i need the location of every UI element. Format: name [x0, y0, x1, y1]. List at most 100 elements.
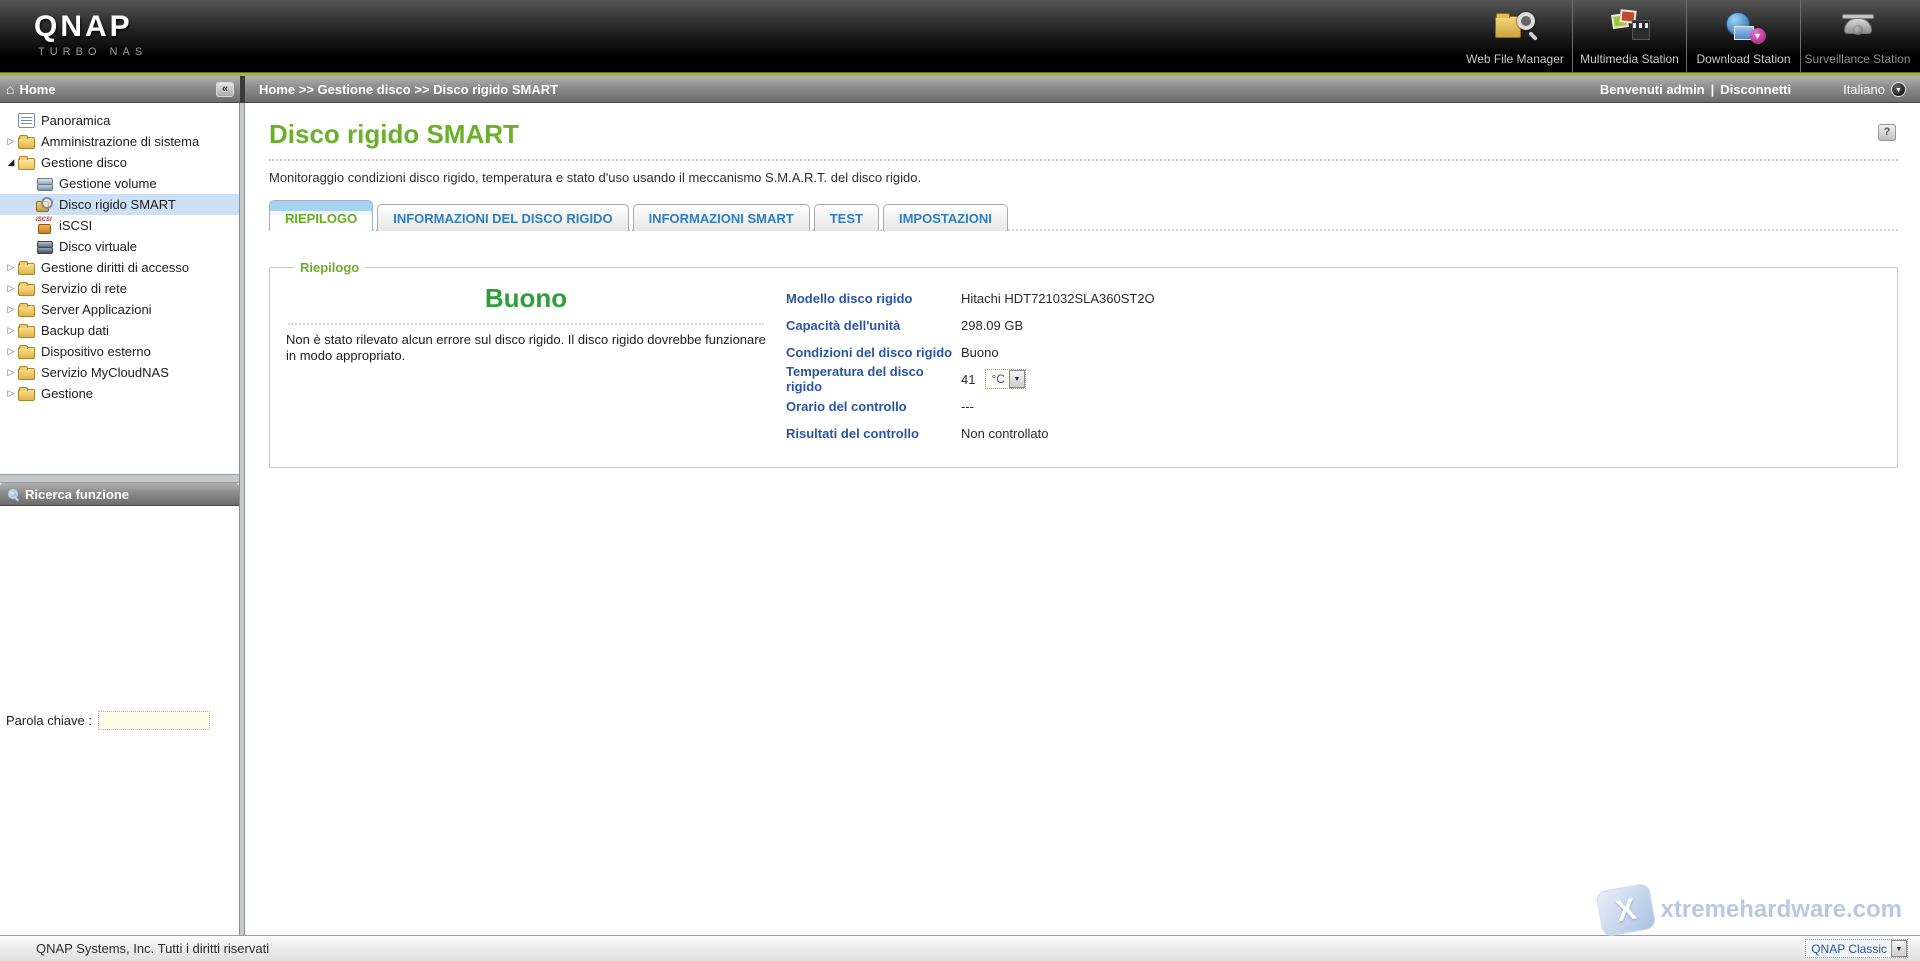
tab-riepilogo[interactable]: RIEPILOGO [269, 200, 373, 231]
sidebar-item-disco-virtuale[interactable]: Disco virtuale [0, 236, 239, 257]
welcome-separator: | [1711, 82, 1715, 97]
navigation-tree: Panoramica▷Amministrazione di sistema◢Ge… [0, 103, 239, 475]
expand-arrow-icon[interactable]: ▷ [4, 388, 18, 399]
sidebar-item-label: Servizio di rete [41, 278, 127, 299]
expand-arrow-icon[interactable]: ▷ [4, 283, 18, 294]
sidebar-item-servizio-di-rete[interactable]: ▷ Servizio di rete [0, 278, 239, 299]
app-shortcut-label: Surveillance Station [1804, 52, 1910, 66]
turbo-nas-text: TURBO NAS [38, 46, 147, 58]
volume-icon [36, 177, 53, 192]
sidebar-item-amministrazione-di-sistema[interactable]: ▷Amministrazione di sistema [0, 131, 239, 152]
sidebar-item-disco-rigido-smart[interactable]: Disco rigido SMART [0, 194, 239, 215]
sidebar-item-label: iSCSI [59, 215, 92, 236]
field-row: Temperatura del disco rigido41°C▼ [786, 370, 1155, 388]
field-row: Orario del controllo--- [786, 397, 1155, 415]
magnifier-shape [1517, 12, 1535, 30]
expand-arrow-icon[interactable]: ▷ [4, 262, 18, 273]
folder-icon [18, 263, 35, 275]
field-value: Buono [961, 345, 999, 360]
field-value: --- [961, 399, 974, 414]
smart-icon [36, 197, 53, 212]
search-icon [8, 489, 18, 499]
main-content: ? Disco rigido SMART Monitoraggio condiz… [244, 103, 1920, 935]
expand-arrow-icon[interactable]: ▷ [4, 325, 18, 336]
sidebar-item-gestione-disco[interactable]: ◢Gestione disco [0, 152, 239, 173]
download-icon: ▼ [1720, 10, 1768, 48]
sidebar-item-gestione-diritti-di-accesso[interactable]: ▷ Gestione diritti di accesso [0, 257, 239, 278]
language-selector[interactable]: Italiano ▼ [1843, 82, 1906, 97]
title-divider [269, 159, 1898, 161]
status-divider [288, 323, 764, 325]
field-value: 298.09 GB [961, 318, 1023, 333]
tab-bar: RIEPILOGOINFORMAZIONI DEL DISCO RIGIDOIN… [269, 198, 1898, 231]
sidebar-item-iscsi[interactable]: iSCSI [0, 215, 239, 236]
iscsi-icon [36, 218, 53, 233]
summary-panel-legend: Riepilogo [294, 260, 365, 275]
theme-select[interactable]: QNAP Classic ▼ [1805, 939, 1908, 958]
app-shortcut-multimedia[interactable]: Multimedia Station [1572, 0, 1686, 72]
sidebar-item-label: Disco rigido SMART [59, 194, 176, 215]
sidebar: Panoramica▷Amministrazione di sistema◢Ge… [0, 103, 240, 935]
sidebar-item-gestione[interactable]: ▷ Gestione [0, 383, 239, 404]
qnap-logo: QNAP TURBO NAS [0, 0, 147, 72]
tab-informazioni-del-disco-rigido[interactable]: INFORMAZIONI DEL DISCO RIGIDO [377, 204, 628, 231]
sidebar-item-label: Gestione diritti di accesso [41, 257, 189, 278]
tab-impostazioni[interactable]: IMPOSTAZIONI [883, 204, 1008, 231]
expand-arrow-icon[interactable]: ▷ [4, 136, 18, 147]
app-shortcut-label: Multimedia Station [1580, 52, 1679, 66]
field-value: 41 [961, 372, 975, 387]
app-shortcut-download[interactable]: ▼ Download Station [1686, 0, 1800, 72]
sidebar-item-servizio-mycloudnas[interactable]: ▷Servizio MyCloudNAS [0, 362, 239, 383]
sidebar-item-label: Backup dati [41, 320, 109, 341]
top-bar: QNAP TURBO NAS Web File Manager Multimedi… [0, 0, 1920, 72]
breadcrumb-bar: Home >> Gestione disco >> Disco rigido S… [245, 76, 1920, 103]
breadcrumb[interactable]: Home >> Gestione disco >> Disco rigido S… [259, 82, 558, 97]
sidebar-item-backup-dati[interactable]: ▷ Backup dati [0, 320, 239, 341]
sidebar-item-server-applicazioni[interactable]: ▷Server Applicazioni [0, 299, 239, 320]
sidebar-item-gestione-volume[interactable]: Gestione volume [0, 173, 239, 194]
language-dropdown-icon[interactable]: ▼ [1891, 82, 1906, 97]
folder-icon [18, 305, 35, 317]
theme-select-arrow-icon[interactable]: ▼ [1891, 940, 1907, 957]
help-button[interactable]: ? [1878, 124, 1896, 141]
temperature-unit-value: °C [986, 370, 1008, 388]
sidebar-item-label: Gestione [41, 383, 93, 404]
tab-test[interactable]: TEST [814, 204, 879, 231]
summary-panel: Riepilogo Buono Non è stato rilevato alc… [269, 260, 1898, 468]
field-label: Risultati del controllo [786, 426, 961, 441]
folder-icon [18, 326, 35, 338]
temperature-unit-arrow-icon[interactable]: ▼ [1009, 370, 1025, 388]
sidebar-divider [0, 475, 239, 483]
expand-arrow-icon[interactable]: ▷ [4, 304, 18, 315]
collapse-arrow-icon[interactable]: ◢ [4, 157, 18, 168]
app-shortcut-surveillance[interactable]: Surveillance Station [1800, 0, 1914, 72]
field-label: Temperatura del disco rigido [786, 364, 961, 394]
folder-icon [18, 368, 35, 380]
expand-arrow-icon[interactable]: ▷ [4, 367, 18, 378]
status-value: Buono [286, 283, 766, 314]
sidebar-collapse-button[interactable]: « [216, 82, 234, 97]
search-input[interactable] [98, 711, 210, 730]
download-arrow-shape: ▼ [1750, 28, 1766, 44]
page-description: Monitoraggio condizioni disco rigido, te… [269, 170, 1898, 185]
search-panel-title: Ricerca funzione [25, 487, 129, 502]
app-shortcut-label: Download Station [1696, 52, 1790, 66]
sidebar-item-dispositivo-esterno[interactable]: ▷ Dispositivo esterno [0, 341, 239, 362]
expand-arrow-icon[interactable]: ▷ [4, 346, 18, 357]
temperature-unit-select[interactable]: °C▼ [985, 369, 1025, 389]
logout-link[interactable]: Disconnetti [1720, 82, 1791, 97]
tab-informazioni-smart[interactable]: INFORMAZIONI SMART [633, 204, 810, 231]
folder-icon [18, 284, 35, 296]
footer: QNAP Systems, Inc. Tutti i diritti riser… [0, 935, 1920, 961]
overview-icon [18, 113, 35, 128]
sidebar-item-label: Dispositivo esterno [41, 341, 151, 362]
app-shortcut-webfile[interactable]: Web File Manager [1458, 0, 1572, 72]
app-shortcut-bar: Web File Manager Multimedia Station ▼ Downl… [1458, 0, 1914, 72]
sidebar-item-panoramica[interactable]: Panoramica [0, 110, 239, 131]
sidebar-header-title: Home [19, 82, 55, 97]
field-value: Non controllato [961, 426, 1048, 441]
multimedia-icon [1606, 10, 1654, 48]
sidebar-item-label: Disco virtuale [59, 236, 137, 257]
surveillance-icon [1834, 10, 1882, 48]
search-label: Parola chiave : [6, 713, 92, 728]
